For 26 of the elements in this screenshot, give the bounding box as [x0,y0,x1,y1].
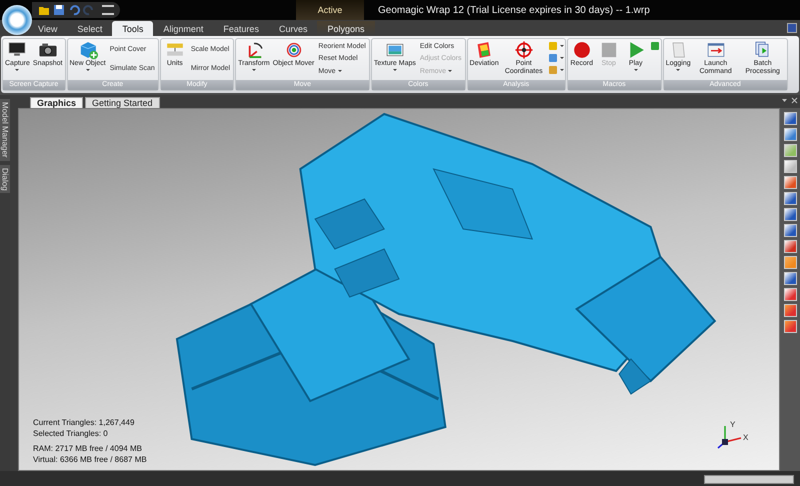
folder-icon[interactable] [38,4,50,16]
ribbon-tab[interactable]: Features [213,21,269,36]
document-tab[interactable]: Graphics [30,97,84,108]
side-panel-tab[interactable]: Model Manager [0,99,10,161]
application-button[interactable] [2,5,32,35]
record-icon [572,40,592,60]
ribbon-tab[interactable]: View [28,21,68,36]
ribbon-tab[interactable]: Polygons [317,21,374,36]
status-text: Virtual: 6366 MB free / 8687 MB [33,454,147,465]
customize-icon[interactable] [102,4,114,16]
status-text: RAM: 2717 MB free / 4094 MB [33,443,143,454]
context-label: Active [296,0,364,20]
ribbon-tab[interactable]: Curves [268,21,318,36]
ribbon-tab[interactable]: Select [67,21,112,36]
close-icon[interactable] [791,97,798,104]
crosshair-icon [514,40,534,60]
undo-icon[interactable] [68,4,80,16]
side-panel-tab[interactable]: Dialog [0,164,10,194]
dropdown-icon[interactable] [781,97,788,104]
window-title: Geomagic Wrap 12 (Trial License expires in 30 days) -- 1.wrp [378,4,650,16]
ribbon-tab[interactable]: Tools [112,21,154,36]
save-icon[interactable] [53,4,65,16]
status-text: Selected Triangles: 0 [33,428,109,439]
document-tab[interactable]: Getting Started [85,97,160,108]
ribbon-tab[interactable]: Alignment [153,21,214,36]
status-text: Current Triangles: 1,267,449 [33,417,136,428]
